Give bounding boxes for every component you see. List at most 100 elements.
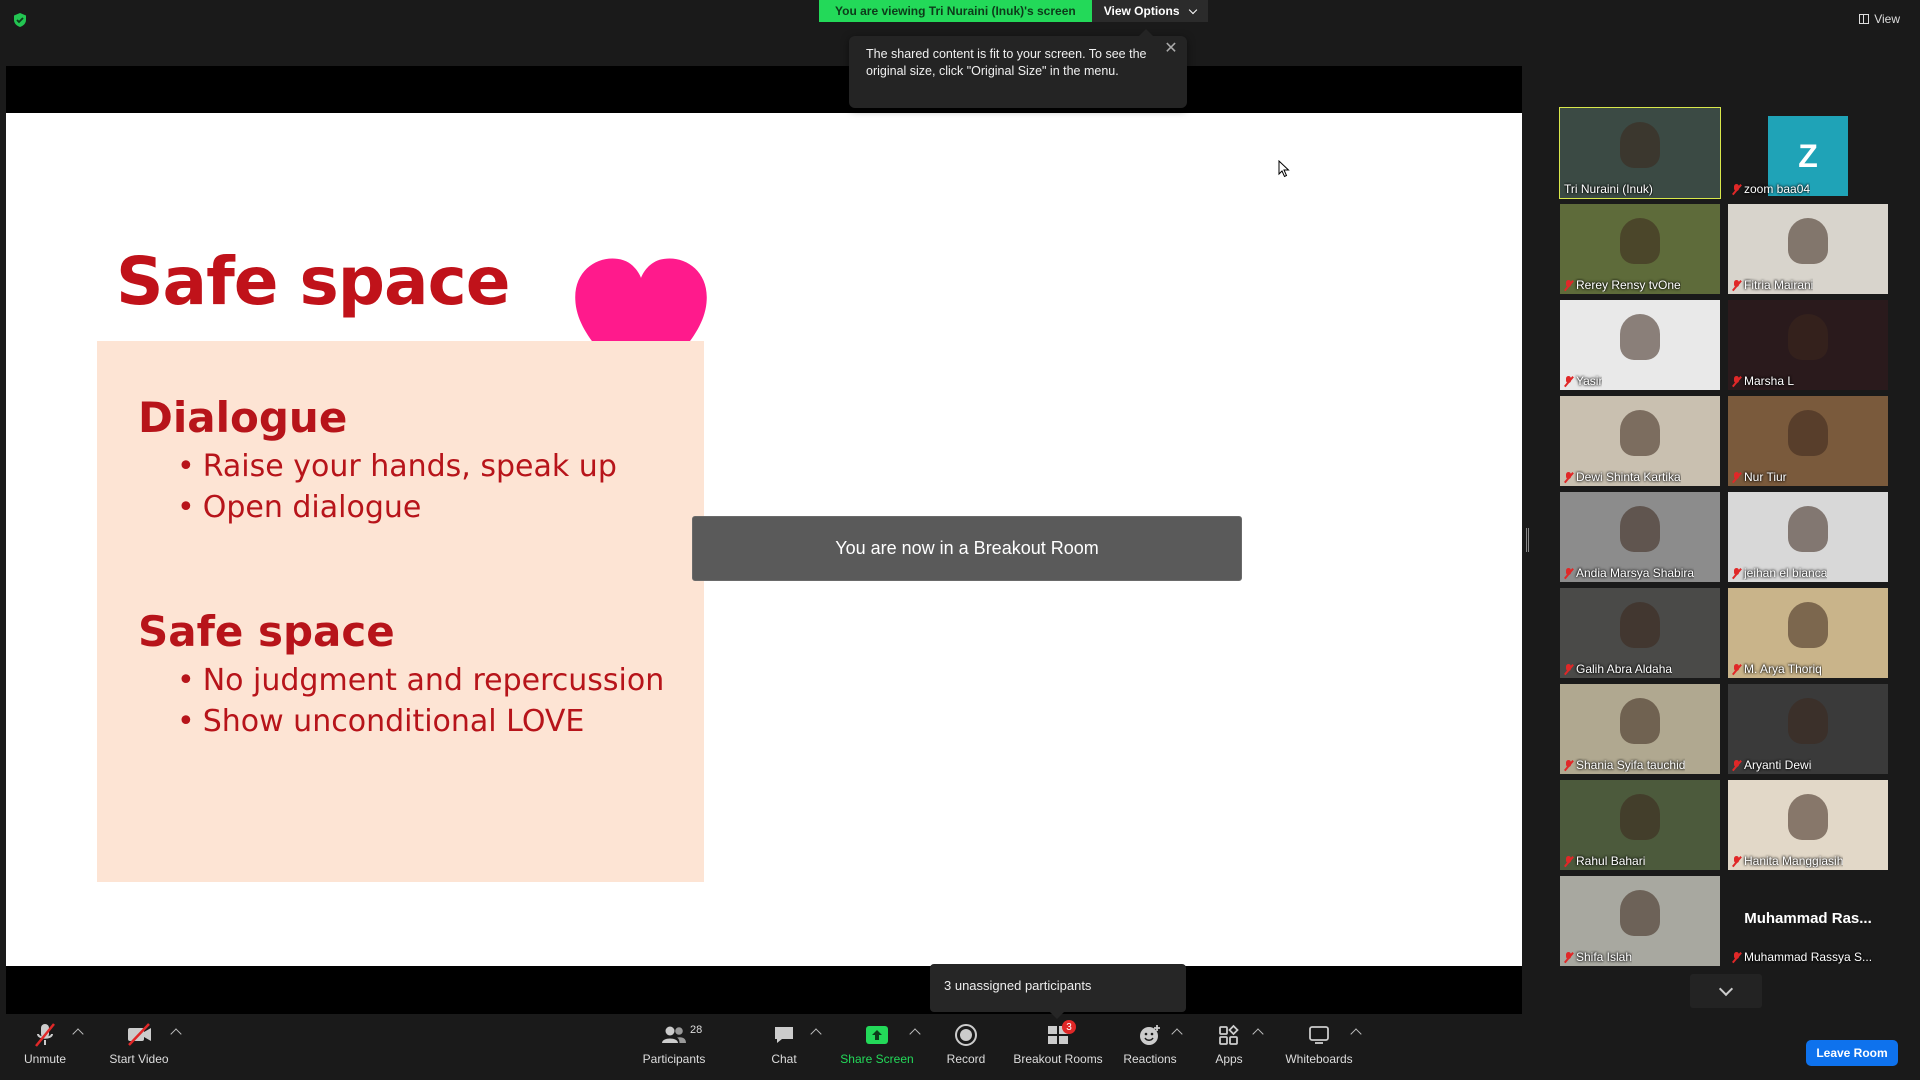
apps-icon: [1215, 1022, 1243, 1048]
participant-silhouette: [1788, 506, 1828, 552]
participants-icon: [660, 1022, 688, 1048]
participant-tile[interactable]: M. Arya Thoriq: [1728, 588, 1888, 678]
participant-tile[interactable]: Fitria Mairani: [1728, 204, 1888, 294]
breakout-rooms-button[interactable]: 3 Breakout Rooms: [1013, 1020, 1103, 1078]
participant-name-tag: Yasir: [1564, 374, 1602, 388]
record-button[interactable]: Record: [944, 1022, 988, 1078]
participant-name: Rahul Bahari: [1576, 854, 1646, 868]
participant-tile[interactable]: jeihan el bianca: [1728, 492, 1888, 582]
participant-tile[interactable]: Aryanti Dewi: [1728, 684, 1888, 774]
share-screen-icon: [863, 1022, 891, 1048]
participant-name: Muhammad Rassya S...: [1744, 950, 1873, 964]
participant-tile[interactable]: Galih Abra Aldaha: [1560, 588, 1720, 678]
participant-name-tag: Dewi Shinta Kartika: [1564, 470, 1681, 484]
participant-name-tag: Hanita Manggiasih: [1732, 854, 1843, 868]
muted-microphone-icon: [1732, 279, 1741, 291]
unmute-button[interactable]: Unmute: [20, 1022, 70, 1078]
participant-silhouette: [1620, 602, 1660, 648]
participant-tile[interactable]: Hanita Manggiasih: [1728, 780, 1888, 870]
zoom-meeting-window: You are viewing Tri Nuraini (Inuk)'s scr…: [0, 0, 1920, 1080]
participant-silhouette: [1788, 218, 1828, 264]
participant-silhouette: [1620, 890, 1660, 936]
leave-room-button[interactable]: Leave Room: [1806, 1040, 1898, 1066]
participant-tile[interactable]: Tri Nuraini (Inuk): [1559, 107, 1721, 199]
muted-microphone-icon: [1732, 759, 1741, 771]
reactions-button[interactable]: Reactions: [1123, 1022, 1177, 1078]
muted-microphone-icon: [1732, 375, 1741, 387]
muted-microphone-icon: [1564, 663, 1573, 675]
participant-name: Nur Tiur: [1744, 470, 1787, 484]
breakout-rooms-label: Breakout Rooms: [1013, 1052, 1103, 1066]
muted-microphone-icon: [1564, 471, 1573, 483]
muted-microphone-icon: [1564, 855, 1573, 867]
muted-microphone-icon: [1732, 567, 1741, 579]
participant-silhouette: [1788, 314, 1828, 360]
start-video-button[interactable]: Start Video: [104, 1022, 174, 1078]
participant-name: M. Arya Thoriq: [1744, 662, 1822, 676]
section-heading-safe-space: Safe space: [138, 607, 395, 656]
participant-name-tag: Rerey Rensy tvOne: [1564, 278, 1681, 292]
participant-silhouette: [1788, 602, 1828, 648]
reactions-label: Reactions: [1123, 1052, 1177, 1066]
fit-to-screen-tooltip: The shared content is fit to your screen…: [849, 29, 1187, 108]
viewing-banner: You are viewing Tri Nuraini (Inuk)'s scr…: [819, 0, 1208, 22]
participant-tile[interactable]: Muhammad Ras... Muhammad Rassya S...: [1728, 876, 1888, 966]
participant-tile[interactable]: Rerey Rensy tvOne: [1560, 204, 1720, 294]
participant-tile[interactable]: Nur Tiur: [1728, 396, 1888, 486]
participant-name-tag: Muhammad Rassya S...: [1732, 950, 1872, 964]
participant-name-tag: Galih Abra Aldaha: [1564, 662, 1672, 676]
muted-microphone-icon: [1564, 759, 1573, 771]
participant-silhouette: [1620, 506, 1660, 552]
apps-label: Apps: [1215, 1052, 1243, 1066]
muted-microphone-icon: [1732, 183, 1741, 195]
whiteboards-button[interactable]: Whiteboards: [1284, 1022, 1354, 1078]
bullet-item: Raise your hands, speak up: [177, 449, 617, 484]
chat-bubble-icon: [770, 1022, 798, 1048]
participants-button[interactable]: Participants 28: [640, 1022, 708, 1078]
participant-tile[interactable]: Zzoom baa04: [1728, 108, 1888, 198]
chat-options-caret-icon[interactable]: [810, 1028, 822, 1040]
bullet-item: No judgment and repercussion: [177, 663, 665, 698]
participant-tile[interactable]: Yasir: [1560, 300, 1720, 390]
record-label: Record: [946, 1052, 986, 1066]
participant-name: Shifa Islah: [1576, 950, 1633, 964]
record-icon: [952, 1022, 980, 1048]
chevron-down-icon: [1718, 981, 1734, 996]
gallery-grid-icon: [1859, 14, 1870, 24]
participant-name: Aryanti Dewi: [1744, 758, 1812, 772]
breakout-rooms-icon: 3: [1044, 1020, 1076, 1048]
bullet-item: Open dialogue: [177, 490, 422, 525]
participant-tile[interactable]: Rahul Bahari: [1560, 780, 1720, 870]
close-icon[interactable]: ✕: [1163, 41, 1179, 57]
participant-tile[interactable]: Andia Marsya Shabira: [1560, 492, 1720, 582]
participant-name-tag: Tri Nuraini (Inuk): [1564, 182, 1653, 196]
participant-silhouette: [1620, 218, 1660, 264]
participant-tile[interactable]: Shania Syifa tauchid: [1560, 684, 1720, 774]
participant-name: Yasir: [1576, 374, 1603, 388]
participant-name-tag: Shania Syifa tauchid: [1564, 758, 1685, 772]
section-heading-dialogue: Dialogue: [138, 393, 348, 442]
panel-resize-handle[interactable]: [1526, 528, 1529, 552]
participant-silhouette: [1788, 794, 1828, 840]
participant-tile[interactable]: Shifa Islah: [1560, 876, 1720, 966]
gallery-next-page-button[interactable]: [1690, 974, 1762, 1008]
audio-options-caret-icon[interactable]: [72, 1028, 84, 1040]
participant-name-tag: M. Arya Thoriq: [1732, 662, 1822, 676]
participant-name: Galih Abra Aldaha: [1576, 662, 1673, 676]
unassigned-participants-popup[interactable]: 3 unassigned participants: [930, 964, 1186, 1019]
participants-label: Participants: [642, 1052, 706, 1066]
view-options-button[interactable]: View Options: [1091, 0, 1208, 22]
share-screen-button[interactable]: Share Screen: [838, 1022, 916, 1078]
participant-name-tag: zoom baa04: [1732, 182, 1810, 196]
participant-silhouette: [1620, 314, 1660, 360]
participant-tile[interactable]: Dewi Shinta Kartika: [1560, 396, 1720, 486]
chat-button[interactable]: Chat: [764, 1022, 804, 1078]
apps-button[interactable]: Apps: [1212, 1022, 1246, 1078]
participant-name: Dewi Shinta Kartika: [1576, 470, 1681, 484]
apps-options-caret-icon[interactable]: [1252, 1028, 1264, 1040]
participant-tile[interactable]: Marsha L: [1728, 300, 1888, 390]
view-label: View: [1874, 12, 1900, 26]
encryption-shield-icon[interactable]: [12, 12, 28, 28]
participant-name-tag: Fitria Mairani: [1732, 278, 1813, 292]
view-layout-button[interactable]: View: [1859, 12, 1900, 26]
